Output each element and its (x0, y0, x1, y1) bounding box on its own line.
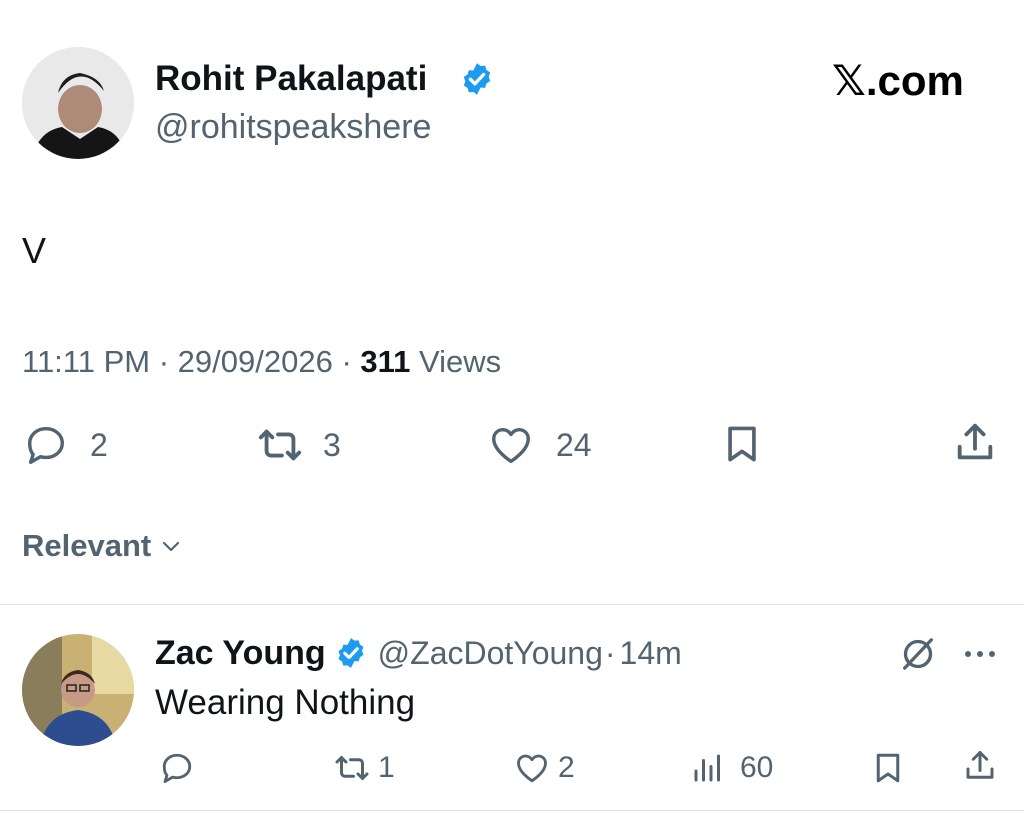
reply-views-button[interactable]: 60 (690, 750, 773, 786)
reply-count: 2 (90, 426, 108, 463)
reply-like-count: 2 (558, 751, 575, 784)
views-label: Views (419, 344, 502, 379)
verified-badge-icon (459, 61, 495, 97)
share-button[interactable] (952, 418, 998, 468)
share-icon (952, 418, 998, 468)
divider (0, 604, 1024, 605)
chevron-down-icon (159, 534, 183, 558)
verified-badge-icon (334, 636, 368, 670)
post-time[interactable]: 11:11 PM (22, 344, 150, 379)
reply-author-name[interactable]: Zac Young (155, 634, 326, 673)
author-avatar[interactable] (22, 47, 134, 159)
like-count: 24 (556, 426, 592, 463)
reply-repost-count: 1 (378, 751, 395, 784)
reply-age[interactable]: 14m (620, 635, 682, 672)
post-text: V (22, 230, 47, 271)
repost-button[interactable]: 3 (253, 422, 341, 468)
reply-author-handle[interactable]: @ZacDotYoung (378, 635, 603, 672)
author-name[interactable]: Rohit Pakalapati (155, 58, 427, 100)
reply-icon (158, 750, 196, 786)
reply-bookmark-button[interactable] (870, 748, 906, 788)
repost-icon (253, 422, 307, 468)
bookmark-button[interactable] (720, 420, 764, 468)
heart-icon (486, 422, 536, 468)
heart-icon (512, 750, 552, 786)
sort-selector[interactable]: Relevant (22, 526, 183, 566)
share-icon (962, 746, 998, 786)
reply-repost-button[interactable]: 1 (330, 750, 395, 786)
like-button[interactable]: 24 (486, 422, 592, 468)
divider (0, 810, 1024, 811)
author-handle[interactable]: @rohitspeakshere (155, 107, 431, 147)
post-meta: 11:11 PM · 29/09/2026 · 311 Views (22, 342, 501, 382)
reply-share-button[interactable] (962, 746, 998, 786)
sort-label: Relevant (22, 528, 152, 563)
reply-reply-button[interactable] (158, 750, 204, 786)
reply-like-button[interactable]: 2 (512, 750, 575, 786)
reply-views-count: 60 (740, 751, 774, 784)
more-options-icon[interactable] (960, 644, 1000, 664)
post-date[interactable]: 29/09/2026 (178, 344, 333, 379)
reply-button[interactable]: 2 (22, 422, 108, 468)
analytics-icon (690, 750, 726, 786)
reply-author-avatar[interactable] (22, 634, 134, 746)
bookmark-icon (720, 420, 764, 468)
reply-header: Zac Young @ZacDotYoung · 14m (155, 632, 682, 674)
repost-count: 3 (323, 426, 341, 463)
reply-icon (22, 422, 70, 468)
bookmark-icon (870, 748, 906, 788)
reply-text: Wearing Nothing (155, 683, 416, 722)
separator-dot: · (604, 634, 616, 671)
author-name-text[interactable]: Rohit Pakalapati (155, 59, 427, 98)
separator-dot: · (158, 344, 170, 379)
separator-dot: · (341, 344, 352, 379)
site-logo: 𝕏.com (832, 57, 964, 104)
grok-icon[interactable] (898, 634, 938, 674)
views-count: 311 (360, 344, 411, 379)
repost-icon (330, 750, 374, 786)
